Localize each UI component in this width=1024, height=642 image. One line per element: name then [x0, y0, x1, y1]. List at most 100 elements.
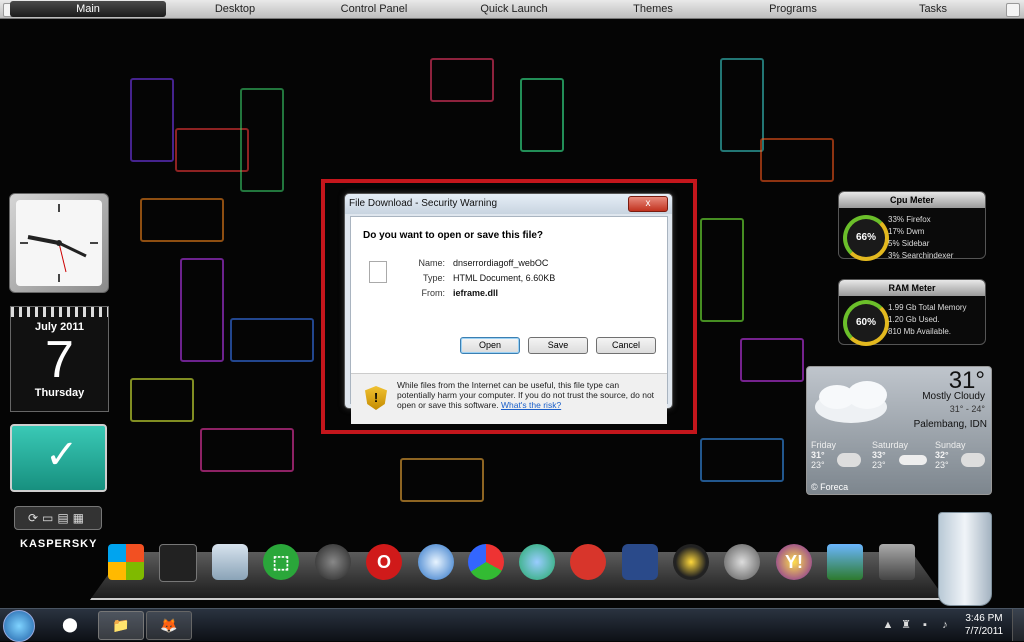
- recycle-bin-small-icon[interactable]: [212, 544, 248, 580]
- temp-range: 31° - 24°: [949, 404, 985, 414]
- wallpaper-tile: [700, 438, 784, 482]
- download-manager-icon[interactable]: [519, 544, 555, 580]
- show-desktop-button[interactable]: [1012, 609, 1024, 641]
- nero-icon[interactable]: [570, 544, 606, 580]
- film-reel-icon[interactable]: [724, 544, 760, 580]
- dialog-question: Do you want to open or save this file?: [363, 230, 544, 241]
- cpu-line: 5% Sidebar: [888, 239, 930, 248]
- wallpaper-tile: [760, 138, 834, 182]
- cpu-line: 33% Firefox: [888, 215, 931, 224]
- network-globe-icon[interactable]: [315, 544, 351, 580]
- tab-themes[interactable]: Themes: [575, 1, 731, 17]
- window-icon[interactable]: [159, 544, 197, 582]
- rain-cloud-icon: [837, 453, 861, 467]
- tab-control-panel[interactable]: Control Panel: [296, 1, 452, 17]
- photo-camera-icon[interactable]: [827, 544, 863, 580]
- taskbar: ⬤ 📁 🦊 ▲ ♜ ▪ ♪ 3:46 PM 7/7/2011: [0, 608, 1024, 642]
- kaspersky-dock-icon[interactable]: ⬚: [263, 544, 299, 580]
- rain-cloud-icon: [961, 453, 985, 467]
- safari-icon[interactable]: [418, 544, 454, 580]
- from-label: From:: [421, 288, 446, 298]
- warning-area: ! While files from the Internet can be u…: [351, 374, 667, 424]
- picasa-icon[interactable]: [468, 544, 504, 580]
- kaspersky-taskbar-icon[interactable]: ⬤: [48, 611, 92, 638]
- open-button[interactable]: Open: [460, 337, 520, 354]
- wallpaper-tile: [740, 338, 804, 382]
- ram-meter-gadget[interactable]: RAM Meter 60% 1.99 Gb Total Memory 1.20 …: [838, 279, 986, 346]
- wallpaper-tile: [140, 198, 224, 242]
- forecast-day-name: Friday: [811, 440, 837, 450]
- cpu-gauge: 66%: [843, 215, 889, 261]
- calendar-day: 7: [45, 331, 74, 389]
- opera-icon[interactable]: O: [366, 544, 402, 580]
- type-value: HTML Document, 6.60KB: [453, 273, 556, 283]
- dialog-title: File Download - Security Warning: [345, 194, 672, 214]
- media-player-icon[interactable]: [673, 544, 709, 580]
- wallpaper-tile: [130, 78, 174, 162]
- kaspersky-gadget[interactable]: ✓ ⟳▭▤▦ KASPERSKY: [10, 424, 107, 554]
- cancel-button[interactable]: Cancel: [596, 337, 656, 354]
- volume-icon[interactable]: ♪: [939, 619, 951, 631]
- weather-condition: Mostly Cloudy: [922, 391, 985, 402]
- ram-line: 1.20 Gb Used.: [888, 315, 940, 324]
- windows-logo-icon[interactable]: [108, 544, 144, 580]
- dialog-body: Do you want to open or save this file? N…: [350, 216, 668, 424]
- ram-line: 1.99 Gb Total Memory: [888, 303, 967, 312]
- clock-hands-icon: [20, 204, 98, 282]
- ram-stats-list: 1.99 Gb Total Memory 1.20 Gb Used. 810 M…: [888, 302, 967, 338]
- system-icon[interactable]: [879, 544, 915, 580]
- tab-desktop[interactable]: Desktop: [157, 1, 313, 17]
- wallpaper-tile: [240, 88, 284, 192]
- wallpaper-tile: [430, 58, 494, 102]
- clock-face: [16, 200, 102, 286]
- weather-city: Palembang, IDN: [913, 419, 987, 430]
- weather-gadget[interactable]: 31° Mostly Cloudy 31° - 24° Palembang, I…: [806, 366, 992, 495]
- cpu-process-list: 33% Firefox 17% Dwm 5% Sidebar 3% Search…: [888, 214, 953, 262]
- forecast-day-name: Sunday: [935, 440, 966, 450]
- save-button[interactable]: Save: [528, 337, 588, 354]
- time-text: 3:46 PM: [965, 613, 1003, 624]
- kaspersky-brand: KASPERSKY: [20, 538, 98, 550]
- yahoo-messenger-icon[interactable]: Y!: [776, 544, 812, 580]
- tab-quick-launch[interactable]: Quick Launch: [436, 1, 592, 17]
- name-label: Name:: [418, 258, 445, 268]
- ram-line: 810 Mb Available.: [888, 327, 952, 336]
- cloudy-icon: [899, 455, 927, 465]
- close-bar-icon[interactable]: [1006, 3, 1020, 17]
- utility-icon[interactable]: [622, 544, 658, 580]
- calendar-weekday: Thursday: [34, 387, 85, 399]
- type-label: Type:: [422, 273, 445, 283]
- clock-gadget[interactable]: [9, 193, 109, 293]
- ram-gauge: 60%: [843, 300, 889, 346]
- firefox-taskbar-icon[interactable]: 🦊: [146, 611, 192, 640]
- tab-tasks[interactable]: Tasks: [855, 1, 1011, 17]
- cpu-line: 3% Searchindexer: [888, 251, 954, 260]
- clock-display[interactable]: 3:46 PM 7/7/2011: [962, 612, 1006, 638]
- close-button[interactable]: x: [628, 196, 668, 212]
- tray-arrow-icon[interactable]: ▲: [882, 619, 894, 631]
- file-download-dialog: File Download - Security Warning x Do yo…: [344, 193, 673, 424]
- name-value: dnserrordiagoff_webOC: [453, 258, 549, 268]
- weather-provider: © Foreca: [811, 482, 849, 492]
- whats-the-risk-link[interactable]: What's the risk?: [501, 400, 561, 410]
- network-icon[interactable]: ▪: [919, 619, 931, 631]
- top-tab-bar: Main Desktop Control Panel Quick Launch …: [0, 0, 1024, 19]
- file-icon: [369, 261, 387, 283]
- date-text: 7/7/2011: [964, 626, 1004, 637]
- wallpaper-tile: [175, 128, 249, 172]
- check-icon: ✓: [45, 433, 79, 477]
- wallpaper-tile: [400, 458, 484, 502]
- monitor-icon: ✓: [10, 424, 107, 492]
- wallpaper-tile: [720, 58, 764, 152]
- tab-main[interactable]: Main: [10, 1, 166, 17]
- tray-app-icon[interactable]: ♜: [900, 619, 912, 631]
- calendar-gadget[interactable]: July 2011 7 Thursday: [10, 306, 109, 412]
- explorer-taskbar-icon[interactable]: 📁: [98, 611, 144, 640]
- forecast-day-name: Saturday: [872, 440, 909, 450]
- start-button[interactable]: [3, 610, 35, 642]
- cpu-meter-gadget[interactable]: Cpu Meter 66% 33% Firefox 17% Dwm 5% Sid…: [838, 191, 986, 262]
- recycle-bin-icon[interactable]: [938, 512, 992, 606]
- tab-programs[interactable]: Programs: [715, 1, 871, 17]
- kaspersky-controls[interactable]: ⟳▭▤▦: [14, 506, 102, 530]
- ram-meter-title: RAM Meter: [839, 280, 985, 296]
